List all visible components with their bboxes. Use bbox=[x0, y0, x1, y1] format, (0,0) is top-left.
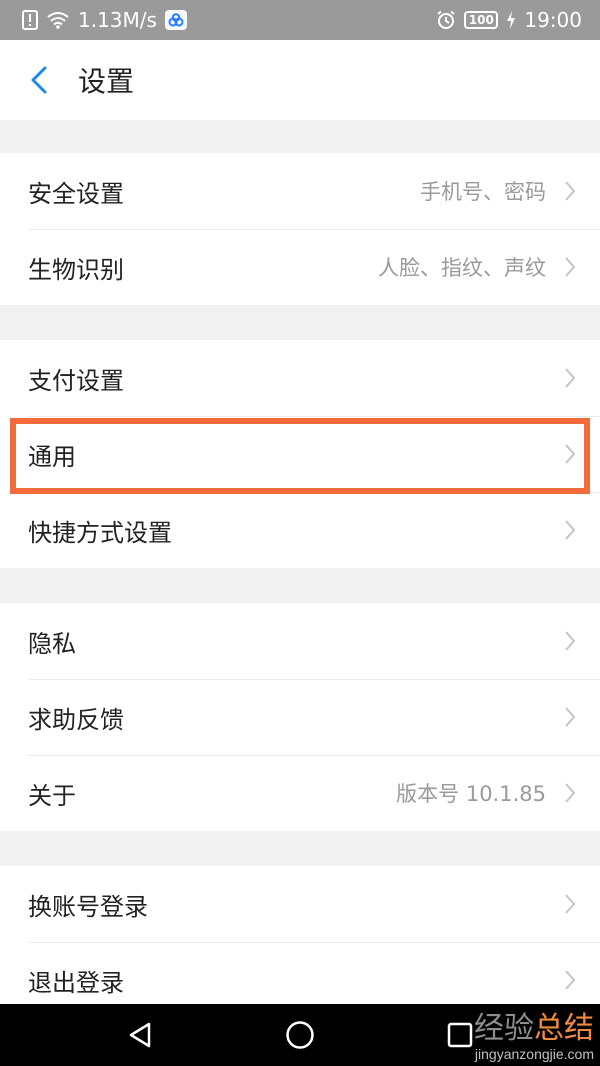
alert-icon bbox=[22, 10, 38, 30]
row-value: 人脸、指纹、声纹 bbox=[378, 256, 546, 280]
row-label: 换账号登录 bbox=[28, 892, 148, 921]
row-label: 生物识别 bbox=[28, 255, 124, 284]
chevron-right-icon bbox=[564, 969, 576, 991]
triangle-back-icon bbox=[129, 1022, 151, 1048]
settings-row-shortcuts[interactable]: 快捷方式设置 bbox=[0, 492, 600, 568]
settings-row-about[interactable]: 关于 版本号 10.1.85 bbox=[0, 755, 600, 831]
page-title: 设置 bbox=[78, 65, 135, 98]
battery-level: 100 bbox=[468, 13, 494, 27]
wifi-icon bbox=[46, 11, 70, 29]
row-label: 快捷方式设置 bbox=[28, 518, 172, 547]
settings-row-security[interactable]: 安全设置 手机号、密码 bbox=[0, 153, 600, 229]
chevron-right-icon bbox=[564, 256, 576, 278]
nav-back-button[interactable] bbox=[110, 1010, 170, 1060]
watermark-text: 经验 bbox=[474, 1012, 534, 1045]
app-bar: 设置 bbox=[0, 40, 600, 120]
status-bar: 1.13M/s 100 19:00 bbox=[0, 0, 600, 40]
charging-icon bbox=[506, 11, 516, 29]
chevron-right-icon bbox=[564, 893, 576, 915]
nav-home-button[interactable] bbox=[270, 1010, 330, 1060]
row-label: 通用 bbox=[28, 442, 76, 471]
row-value: 手机号、密码 bbox=[420, 180, 546, 204]
battery-icon: 100 bbox=[464, 11, 499, 29]
row-value: 版本号 10.1.85 bbox=[396, 782, 546, 806]
square-recents-icon bbox=[447, 1022, 473, 1048]
alarm-icon bbox=[436, 10, 456, 30]
chevron-right-icon bbox=[564, 519, 576, 541]
settings-row-feedback[interactable]: 求助反馈 bbox=[0, 679, 600, 755]
chevron-right-icon bbox=[564, 782, 576, 804]
settings-row-switch-account[interactable]: 换账号登录 bbox=[0, 866, 600, 942]
settings-row-payment[interactable]: 支付设置 bbox=[0, 340, 600, 416]
chevron-right-icon bbox=[564, 443, 576, 465]
settings-group-general: 支付设置 通用 快捷方式设置 bbox=[0, 340, 600, 568]
row-label: 关于 bbox=[28, 781, 76, 810]
settings-row-general[interactable]: 通用 bbox=[0, 416, 600, 492]
settings-row-biometrics[interactable]: 生物识别 人脸、指纹、声纹 bbox=[0, 229, 600, 305]
chevron-right-icon bbox=[564, 367, 576, 389]
chevron-left-icon bbox=[31, 66, 47, 94]
cloud-app-icon bbox=[164, 10, 187, 30]
row-label: 安全设置 bbox=[28, 179, 124, 208]
row-label: 隐私 bbox=[28, 629, 76, 658]
back-button[interactable] bbox=[0, 40, 78, 120]
row-label: 退出登录 bbox=[28, 968, 124, 997]
row-label: 支付设置 bbox=[28, 366, 124, 395]
watermark-text-accent: 总结 bbox=[534, 1012, 594, 1045]
chevron-right-icon bbox=[564, 706, 576, 728]
settings-group-account: 安全设置 手机号、密码 生物识别 人脸、指纹、声纹 bbox=[0, 153, 600, 305]
chevron-right-icon bbox=[564, 180, 576, 202]
clock: 19:00 bbox=[524, 8, 582, 32]
row-label: 求助反馈 bbox=[28, 705, 124, 734]
network-speed: 1.13M/s bbox=[78, 8, 157, 32]
settings-group-account-actions: 换账号登录 退出登录 bbox=[0, 866, 600, 1018]
settings-group-info: 隐私 求助反馈 关于 版本号 10.1.85 bbox=[0, 603, 600, 831]
watermark-url: jingyanzongjie.com bbox=[474, 1046, 594, 1062]
settings-row-privacy[interactable]: 隐私 bbox=[0, 603, 600, 679]
circle-home-icon bbox=[286, 1021, 314, 1049]
watermark: 经验总结 jingyanzongjie.com bbox=[474, 1012, 594, 1062]
chevron-right-icon bbox=[564, 630, 576, 652]
